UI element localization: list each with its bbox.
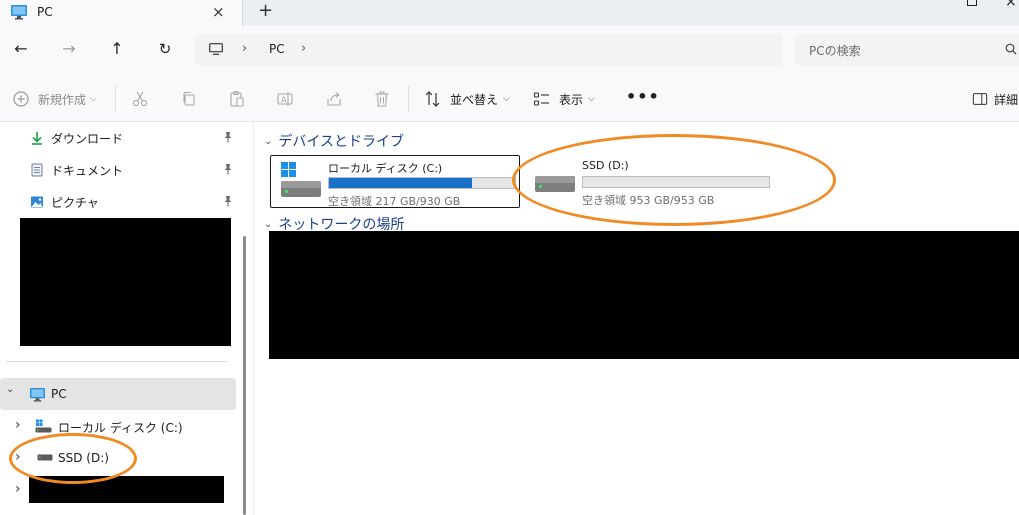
- chevron-down-icon: ⌵: [503, 94, 510, 104]
- breadcrumb-separator[interactable]: ›: [242, 41, 247, 56]
- chevron-down-icon: ⌵: [90, 94, 97, 104]
- plus-circle-icon: [13, 91, 29, 107]
- drive-tile-d[interactable]: SSD (D:) 空き領域 953 GB/953 GB: [525, 155, 775, 208]
- chevron-right-icon[interactable]: ›: [15, 481, 21, 497]
- delete-icon[interactable]: [373, 90, 391, 108]
- address-toolbar: ← → ↑ ↻ › PC › PCの検索: [0, 26, 1019, 74]
- breadcrumb-separator[interactable]: ›: [301, 41, 306, 56]
- rename-icon[interactable]: A: [276, 90, 294, 108]
- navigation-pane: ダウンロード ドキュメント ピクチャ ⌄ PC › ローカル ディスク (C:)…: [0, 122, 253, 515]
- chevron-down-icon[interactable]: ⌄: [264, 136, 272, 147]
- monitor-icon: [11, 5, 27, 20]
- toolbar-divider: [408, 86, 409, 112]
- search-box[interactable]: PCの検索: [795, 34, 1019, 66]
- share-icon[interactable]: [325, 90, 343, 108]
- group-heading: デバイスとドライブ: [278, 134, 404, 150]
- toolbar-divider: [115, 86, 116, 112]
- command-bar: 新規作成 ⌵ A 並べ替え ⌵ 表示 ⌵ ••• 詳細: [0, 74, 1019, 122]
- system-drive-icon: [35, 419, 52, 433]
- cut-icon[interactable]: [131, 90, 149, 108]
- capacity-bar: [582, 176, 770, 188]
- new-tab-button[interactable]: +: [258, 1, 273, 21]
- forward-button[interactable]: →: [58, 38, 80, 60]
- close-window-button[interactable]: ×: [1005, 0, 1017, 10]
- chevron-down-icon: ⌵: [588, 94, 595, 104]
- free-space-text: 空き領域 953 GB/953 GB: [582, 194, 715, 207]
- sort-icon: [425, 91, 440, 107]
- chevron-down-icon[interactable]: ⌄: [6, 384, 14, 395]
- tab-title: PC: [37, 5, 53, 19]
- details-pane-label: 詳細: [994, 92, 1019, 107]
- document-icon: [31, 163, 43, 177]
- details-pane-icon: [972, 93, 988, 105]
- drive-tile-c[interactable]: ローカル ディスク (C:) 空き領域 217 GB/930 GB: [270, 155, 520, 208]
- details-pane-button[interactable]: 詳細: [972, 88, 1018, 110]
- address-box[interactable]: › PC ›: [195, 34, 782, 66]
- drive-icon: [37, 454, 53, 461]
- sort-button-label: 並べ替え: [450, 92, 499, 107]
- sidebar-item-documents[interactable]: ドキュメント: [30, 160, 242, 180]
- view-button-label: 表示: [559, 92, 584, 107]
- refresh-button[interactable]: ↻: [154, 38, 176, 60]
- tree-item-local-disk-c[interactable]: › ローカル ディスク (C:): [0, 410, 236, 442]
- tree-item-label: ローカル ディスク (C:): [58, 421, 183, 435]
- sidebar-item-label: ダウンロード: [51, 131, 124, 146]
- new-button[interactable]: 新規作成 ⌵: [12, 88, 97, 110]
- capacity-bar-fill: [329, 178, 472, 188]
- monitor-outline-icon: [209, 43, 223, 55]
- group-devices-drives[interactable]: ⌄ デバイスとドライブ: [264, 131, 404, 151]
- drive-name: SSD (D:): [582, 159, 629, 172]
- back-button[interactable]: ←: [10, 38, 32, 60]
- paste-icon[interactable]: [228, 90, 246, 108]
- drive-name: ローカル ディスク (C:): [328, 162, 443, 175]
- search-input[interactable]: PCの検索: [809, 42, 861, 59]
- maximize-button[interactable]: [967, 0, 977, 6]
- new-button-label: 新規作成: [38, 92, 87, 107]
- tree-item-ssd-d[interactable]: › SSD (D:): [0, 442, 236, 474]
- free-space-text: 空き領域 217 GB/930 GB: [328, 195, 461, 208]
- download-icon: [32, 132, 42, 145]
- redacted-area: [20, 218, 231, 346]
- tree-item-label: PC: [51, 387, 67, 401]
- pin-icon[interactable]: [222, 131, 234, 143]
- breadcrumb-pc[interactable]: PC: [269, 42, 285, 56]
- sidebar-scrollbar[interactable]: [243, 236, 246, 515]
- sort-button[interactable]: 並べ替え ⌵: [424, 88, 510, 110]
- copy-icon[interactable]: [180, 90, 198, 108]
- chevron-down-icon[interactable]: ⌄: [264, 219, 272, 230]
- chevron-right-icon[interactable]: ›: [15, 449, 21, 465]
- sidebar-item-downloads[interactable]: ダウンロード: [30, 128, 242, 148]
- redacted-area: [269, 231, 1019, 359]
- monitor-icon: [30, 387, 45, 402]
- picture-icon: [31, 196, 43, 208]
- redacted-area: [29, 476, 224, 503]
- capacity-bar: [328, 177, 516, 189]
- close-tab-icon[interactable]: ×: [212, 3, 225, 21]
- sidebar-divider: [6, 361, 228, 362]
- system-drive-icon: [281, 162, 321, 197]
- tree-item-redacted[interactable]: ›: [0, 474, 30, 506]
- pin-icon[interactable]: [222, 195, 234, 207]
- title-bar: PC × + ×: [0, 0, 1019, 26]
- drive-icon: [535, 176, 575, 192]
- sidebar-item-label: ドキュメント: [51, 163, 124, 178]
- sidebar-item-pictures[interactable]: ピクチャ: [30, 192, 242, 212]
- file-view: ⌄ デバイスとドライブ ローカル ディスク (C:) 空き領域 217 GB/9…: [253, 122, 1019, 515]
- svg-text:A: A: [281, 95, 287, 104]
- tab-pc[interactable]: PC ×: [0, 0, 243, 26]
- chevron-right-icon[interactable]: ›: [15, 417, 21, 433]
- up-button[interactable]: ↑: [106, 38, 128, 60]
- tree-item-label: SSD (D:): [58, 451, 109, 465]
- search-icon: [1005, 43, 1017, 55]
- sidebar-item-label: ピクチャ: [51, 195, 99, 210]
- more-options-button[interactable]: •••: [626, 87, 660, 106]
- tree-item-pc[interactable]: ⌄ PC: [0, 378, 236, 410]
- view-button[interactable]: 表示 ⌵: [533, 88, 595, 110]
- view-list-icon: [533, 92, 549, 106]
- pin-icon[interactable]: [222, 163, 234, 175]
